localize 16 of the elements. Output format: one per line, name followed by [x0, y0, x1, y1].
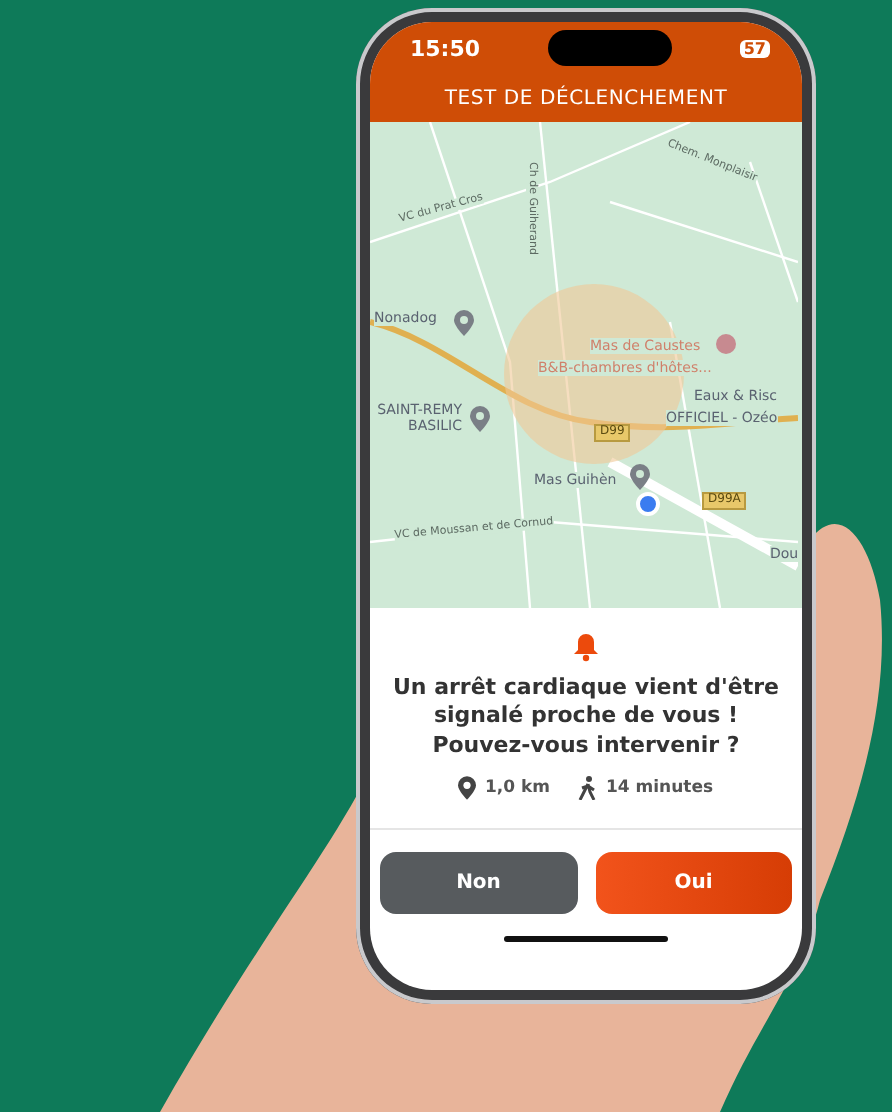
map-pin-icon [454, 310, 474, 336]
map-pin-icon [470, 406, 490, 432]
map-pin-icon [630, 464, 650, 490]
answer-button[interactable]: Oui [595, 851, 792, 914]
battery-icon: 57 [739, 39, 770, 57]
walking-person-icon [577, 775, 598, 800]
answer-button[interactable]: Non [380, 851, 577, 914]
camera-notch [547, 30, 672, 66]
status-time: 15:50 [410, 35, 481, 61]
bell-icon [572, 632, 600, 662]
duration-text: 14 minutes [605, 777, 714, 798]
alert-message: Un arrêt cardiaque vient d'être signalé proche de vous ! Pouvez-vous intervenir ? [390, 674, 781, 760]
distance-text: 1,0 km [484, 777, 550, 798]
screen-title: TEST DE DÉCLENCHEMENT [442, 83, 730, 113]
location-pin-icon [458, 775, 477, 800]
user-location-dot [636, 492, 660, 516]
